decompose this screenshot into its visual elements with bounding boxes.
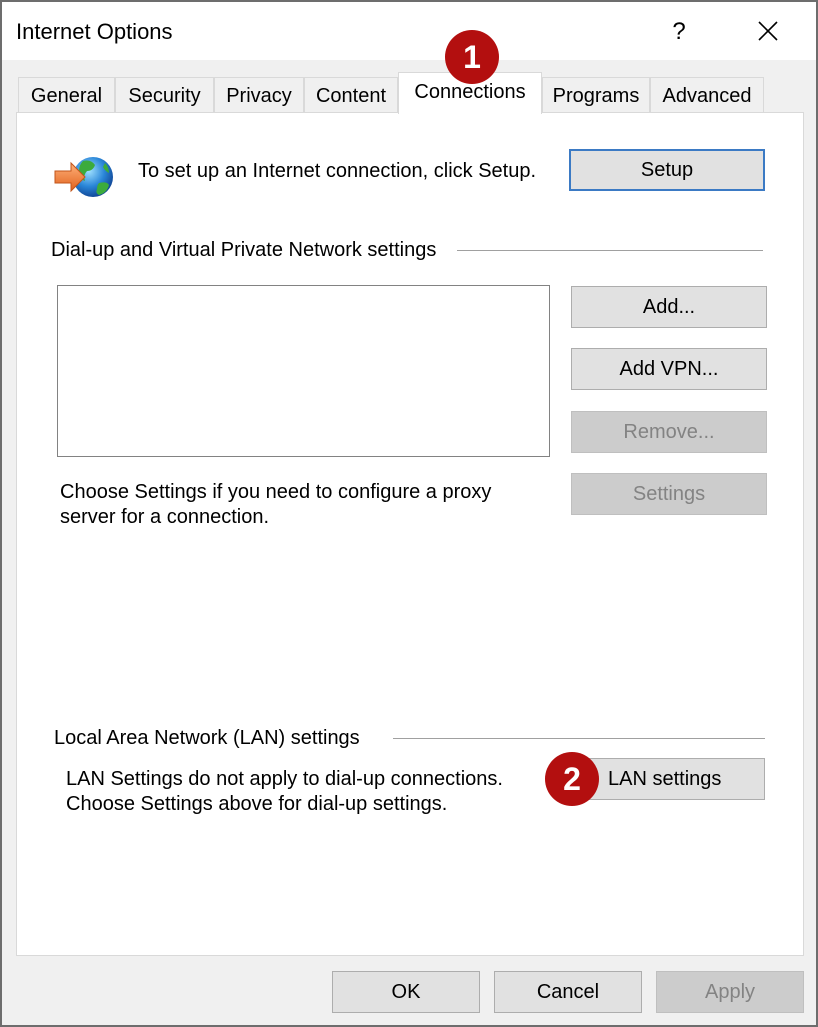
proxy-description: Choose Settings if you need to configure… — [60, 481, 492, 528]
cancel-button[interactable]: Cancel — [494, 971, 642, 1013]
tab-general[interactable]: General — [18, 77, 115, 113]
apply-button[interactable]: Apply — [656, 971, 804, 1013]
add-vpn-button[interactable]: Add VPN... — [571, 348, 767, 390]
internet-options-dialog: Internet Options ? General Security Priv… — [0, 0, 818, 1027]
add-button[interactable]: Add... — [571, 286, 767, 328]
tab-advanced[interactable]: Advanced — [650, 77, 764, 113]
close-icon — [758, 21, 778, 41]
setup-button[interactable]: Setup — [569, 149, 765, 191]
connections-panel: To set up an Internet connection, click … — [16, 112, 804, 956]
tab-privacy[interactable]: Privacy — [214, 77, 304, 113]
lan-group-label: Local Area Network (LAN) settings — [54, 727, 374, 750]
globe-arrow-icon — [54, 157, 113, 197]
lan-settings-button[interactable]: LAN settings — [573, 758, 765, 800]
lan-description-line1: LAN Settings do not apply to dial-up con… — [66, 768, 503, 790]
tab-programs[interactable]: Programs — [542, 77, 650, 113]
dialup-group-label: Dial-up and Virtual Private Network sett… — [51, 239, 451, 262]
close-button[interactable] — [748, 14, 788, 50]
connections-listbox[interactable] — [57, 285, 550, 457]
window-title: Internet Options — [16, 19, 173, 44]
tab-security[interactable]: Security — [115, 77, 214, 113]
remove-button[interactable]: Remove... — [571, 411, 767, 453]
title-bar: Internet Options ? — [2, 2, 816, 60]
step-1-badge: 1 — [445, 30, 499, 84]
dialup-group-divider — [457, 250, 763, 251]
help-button[interactable]: ? — [664, 14, 694, 50]
dialup-settings-button[interactable]: Settings — [571, 473, 767, 515]
setup-description: To set up an Internet connection, click … — [138, 160, 537, 182]
tab-content[interactable]: Content — [304, 77, 398, 113]
step-2-badge: 2 — [545, 752, 599, 806]
tab-strip: General Security Privacy Content Connect… — [2, 60, 816, 114]
ok-button[interactable]: OK — [332, 971, 480, 1013]
lan-description-line2: Choose Settings above for dial-up settin… — [66, 793, 448, 815]
lan-group-divider — [393, 738, 765, 739]
